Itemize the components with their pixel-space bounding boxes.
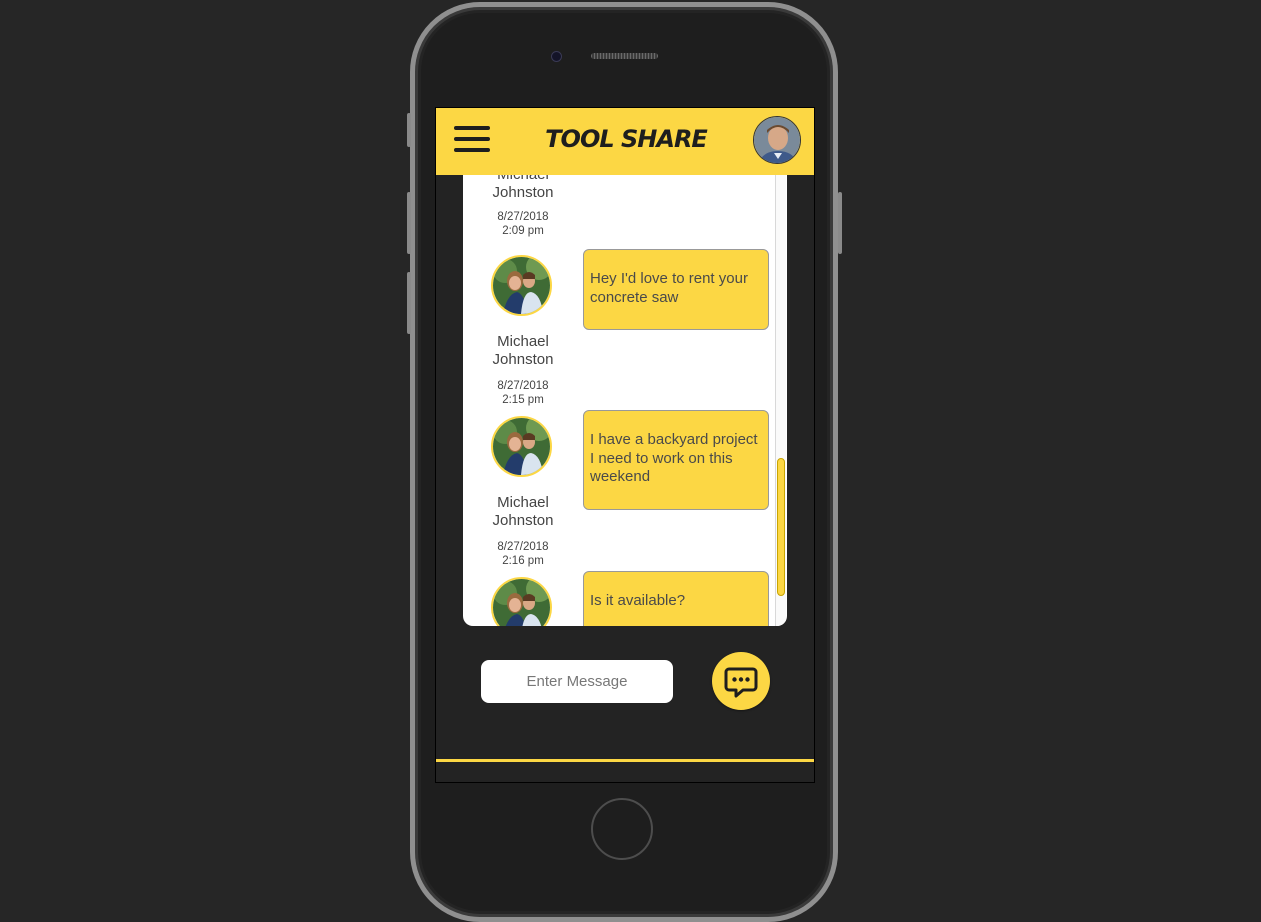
volume-down-button xyxy=(407,272,411,334)
sender-avatar[interactable] xyxy=(491,577,552,626)
sender-name: Michael Johnston xyxy=(492,174,554,201)
message-bubble: Is it available? xyxy=(583,571,769,626)
couple-photo-icon xyxy=(493,257,550,314)
message-input[interactable] xyxy=(481,660,673,703)
message-bubble: I have a backyard project I need to work… xyxy=(583,410,769,510)
message-date: 8/27/2018 xyxy=(497,380,549,392)
sender-avatar[interactable] xyxy=(491,255,552,316)
app-screen: Michael Johnston 8/27/2018 2:09 pm Micha… xyxy=(435,107,815,783)
sender-name: Michael Johnston xyxy=(492,494,554,529)
earpiece-speaker xyxy=(591,53,658,59)
message-time: 2:16 pm xyxy=(502,555,544,567)
message-date: 8/27/2018 xyxy=(497,541,549,553)
message-time: 2:15 pm xyxy=(502,394,544,406)
front-camera xyxy=(551,51,562,62)
message-bubble: Hey I'd love to rent your concrete saw xyxy=(583,249,769,330)
user-photo-icon xyxy=(754,117,800,163)
footer-divider xyxy=(436,759,814,762)
app-header: TOOL SHARE xyxy=(436,108,814,175)
message-date: 8/27/2018 xyxy=(497,211,549,223)
chat-thread[interactable]: Michael Johnston 8/27/2018 2:09 pm Micha… xyxy=(463,174,787,626)
sender-avatar[interactable] xyxy=(491,416,552,477)
power-button xyxy=(838,192,842,254)
sender-name: Michael Johnston xyxy=(492,333,554,368)
volume-up-button xyxy=(407,192,411,254)
scrollbar-thumb[interactable] xyxy=(777,458,785,596)
couple-photo-icon xyxy=(493,579,550,626)
chat-bubble-icon xyxy=(724,667,758,698)
message-time: 2:09 pm xyxy=(502,225,544,237)
couple-photo-icon xyxy=(493,418,550,475)
mute-switch xyxy=(407,113,411,147)
chat-scrollbar[interactable] xyxy=(775,174,786,626)
send-message-button[interactable] xyxy=(712,652,770,710)
home-button[interactable] xyxy=(591,798,653,860)
profile-avatar[interactable] xyxy=(753,116,801,164)
